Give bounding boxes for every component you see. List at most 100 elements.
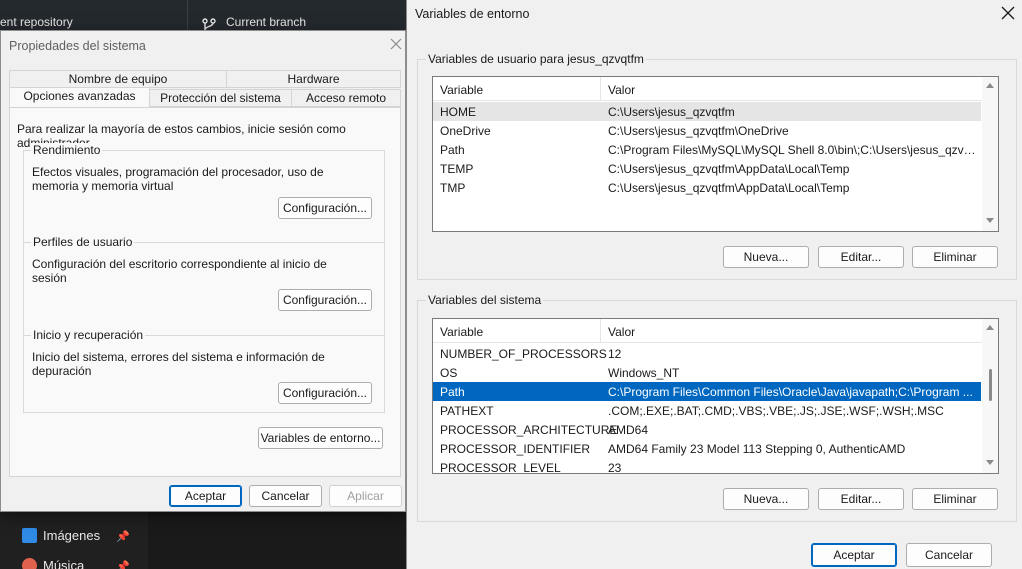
variable-value: AMD64 Family 23 Model 113 Stepping 0, Au… <box>608 442 906 456</box>
dialog-title: Variables de entorno <box>415 7 530 21</box>
button-label: Nueva... <box>743 250 789 264</box>
apply-button: Aplicar <box>329 485 402 507</box>
explorer-nav-pane: Imágenes 📌 Música 📌 <box>0 510 148 569</box>
button-label: Aplicar <box>347 489 384 503</box>
system-delete-button[interactable]: Eliminar <box>912 488 998 510</box>
current-repository-label: ent repository <box>0 15 73 29</box>
scroll-down-icon[interactable] <box>986 218 994 223</box>
button-label: Editar... <box>840 250 882 264</box>
environment-variables-dialog: Variables de entorno Variables de usuari… <box>406 0 1022 569</box>
table-row[interactable]: TMP C:\Users\jesus_qzvqtfm\AppData\Local… <box>433 178 981 197</box>
current-branch-label: Current branch <box>226 15 307 29</box>
tab-opciones-avanzadas[interactable]: Opciones avanzadas <box>9 87 150 107</box>
table-row[interactable]: HOME C:\Users\jesus_qzvqtfm <box>433 102 981 121</box>
table-row[interactable]: PATHEXT .COM;.EXE;.BAT;.CMD;.VBS;.VBE;.J… <box>433 401 981 420</box>
scroll-down-icon[interactable] <box>986 460 994 465</box>
variable-value: AMD64 <box>608 423 649 437</box>
variable-name: NUMBER_OF_PROCESSORS <box>440 347 607 361</box>
group-description: Configuración del escritorio correspondi… <box>32 257 327 285</box>
nav-item-label: Música <box>43 558 85 569</box>
button-label: Configuración... <box>282 386 368 400</box>
table-row[interactable]: Path C:\Program Files\MySQL\MySQL Shell … <box>433 140 981 159</box>
table-row[interactable]: OneDrive C:\Users\jesus_qzvqtfm\OneDrive <box>433 121 981 140</box>
startup-recovery-settings-button[interactable]: Configuración... <box>278 382 372 404</box>
scrollbar-thumb[interactable] <box>989 369 992 401</box>
performance-settings-button[interactable]: Configuración... <box>278 197 372 219</box>
system-new-button[interactable]: Nueva... <box>723 488 809 510</box>
tab-hardware[interactable]: Hardware <box>226 70 401 88</box>
variable-value: C:\Program Files\Common Files\Oracle\Jav… <box>608 385 973 399</box>
list-header: Variable Valor <box>433 77 998 101</box>
table-row[interactable]: PROCESSOR_LEVEL 23 <box>433 458 981 474</box>
tab-label: Protección del sistema <box>160 91 281 105</box>
user-profiles-settings-button[interactable]: Configuración... <box>278 289 372 311</box>
vertical-scrollbar[interactable] <box>982 77 998 231</box>
column-divider[interactable] <box>600 77 601 101</box>
column-header-value[interactable]: Valor <box>608 325 635 339</box>
variable-value: 23 <box>608 461 622 474</box>
variable-name: OneDrive <box>440 124 491 138</box>
column-header-value[interactable]: Valor <box>608 83 635 97</box>
table-row[interactable]: PROCESSOR_IDENTIFIER AMD64 Family 23 Mod… <box>433 439 981 458</box>
tab-label: Opciones avanzadas <box>23 89 136 103</box>
group-title: Rendimiento <box>31 143 103 157</box>
table-row[interactable]: OS Windows_NT <box>433 363 981 382</box>
table-row[interactable]: PROCESSOR_ARCHITECTURE AMD64 <box>433 420 981 439</box>
column-header-variable[interactable]: Variable <box>440 325 483 339</box>
user-new-button[interactable]: Nueva... <box>723 246 809 268</box>
variable-value: C:\Users\jesus_qzvqtfm\AppData\Local\Tem… <box>608 181 850 195</box>
variable-value: C:\Program Files\MySQL\MySQL Shell 8.0\b… <box>608 143 976 157</box>
button-label: Editar... <box>840 492 882 506</box>
explorer-content-pane <box>148 510 406 569</box>
group-title: Variables de usuario para jesus_qzvqtfm <box>426 52 646 66</box>
variable-value: C:\Users\jesus_qzvqtfm <box>608 105 735 119</box>
group-description: Inicio del sistema, errores del sistema … <box>32 350 325 378</box>
table-row[interactable]: TEMP C:\Users\jesus_qzvqtfm\AppData\Loca… <box>433 159 981 178</box>
images-icon <box>22 528 37 543</box>
group-title: Inicio y recuperación <box>31 328 146 342</box>
variable-name: PATHEXT <box>440 404 494 418</box>
dialog-title: Propiedades del sistema <box>9 39 146 53</box>
startup-recovery-group: Inicio y recuperación Inicio del sistema… <box>23 328 385 413</box>
cancel-button[interactable]: Cancelar <box>249 485 322 507</box>
variable-value: 12 <box>608 347 622 361</box>
variable-name: Path <box>440 143 465 157</box>
system-properties-dialog: Propiedades del sistema Nombre de equipo… <box>0 30 406 512</box>
system-variables-group: Variables del sistema Variable Valor NUM… <box>417 293 1017 522</box>
close-icon[interactable] <box>389 37 403 51</box>
system-edit-button[interactable]: Editar... <box>818 488 904 510</box>
column-header-variable[interactable]: Variable <box>440 83 483 97</box>
system-variables-list[interactable]: Variable Valor NUMBER_OF_PROCESSORS 12 O… <box>432 318 999 474</box>
nav-item-images[interactable]: Imágenes <box>22 528 100 543</box>
tab-nombre-de-equipo[interactable]: Nombre de equipo <box>9 70 227 88</box>
tab-acceso-remoto[interactable]: Acceso remoto <box>291 89 401 107</box>
button-label: Cancelar <box>924 548 974 562</box>
variable-name: HOME <box>440 105 476 119</box>
user-variables-list[interactable]: Variable Valor HOME C:\Users\jesus_qzvqt… <box>432 76 999 232</box>
tab-proteccion-del-sistema[interactable]: Protección del sistema <box>149 89 292 107</box>
user-edit-button[interactable]: Editar... <box>818 246 904 268</box>
nav-item-label: Imágenes <box>43 528 101 543</box>
user-delete-button[interactable]: Eliminar <box>912 246 998 268</box>
table-row-selected[interactable]: Path C:\Program Files\Common Files\Oracl… <box>433 382 981 401</box>
column-divider[interactable] <box>600 319 601 343</box>
button-label: Variables de entorno... <box>260 431 381 445</box>
env-cancel-button[interactable]: Cancelar <box>906 543 992 567</box>
environment-variables-button[interactable]: Variables de entorno... <box>258 427 383 449</box>
variable-name: TMP <box>440 181 466 195</box>
pin-icon: 📌 <box>116 531 130 543</box>
nav-item-music[interactable]: Música <box>22 558 84 569</box>
group-title: Variables del sistema <box>426 293 544 307</box>
variable-name: OS <box>440 366 458 380</box>
button-label: Configuración... <box>282 201 368 215</box>
scroll-up-icon[interactable] <box>986 83 994 88</box>
ok-button[interactable]: Aceptar <box>169 485 242 507</box>
scroll-up-icon[interactable] <box>986 325 994 330</box>
table-row[interactable]: NUMBER_OF_PROCESSORS 12 <box>433 344 981 363</box>
tab-label: Acceso remoto <box>305 91 387 105</box>
vertical-scrollbar[interactable] <box>982 319 998 473</box>
close-icon[interactable] <box>1001 6 1015 20</box>
env-ok-button[interactable]: Aceptar <box>811 543 897 567</box>
tab-label: Hardware <box>287 72 340 86</box>
button-label: Nueva... <box>743 492 789 506</box>
